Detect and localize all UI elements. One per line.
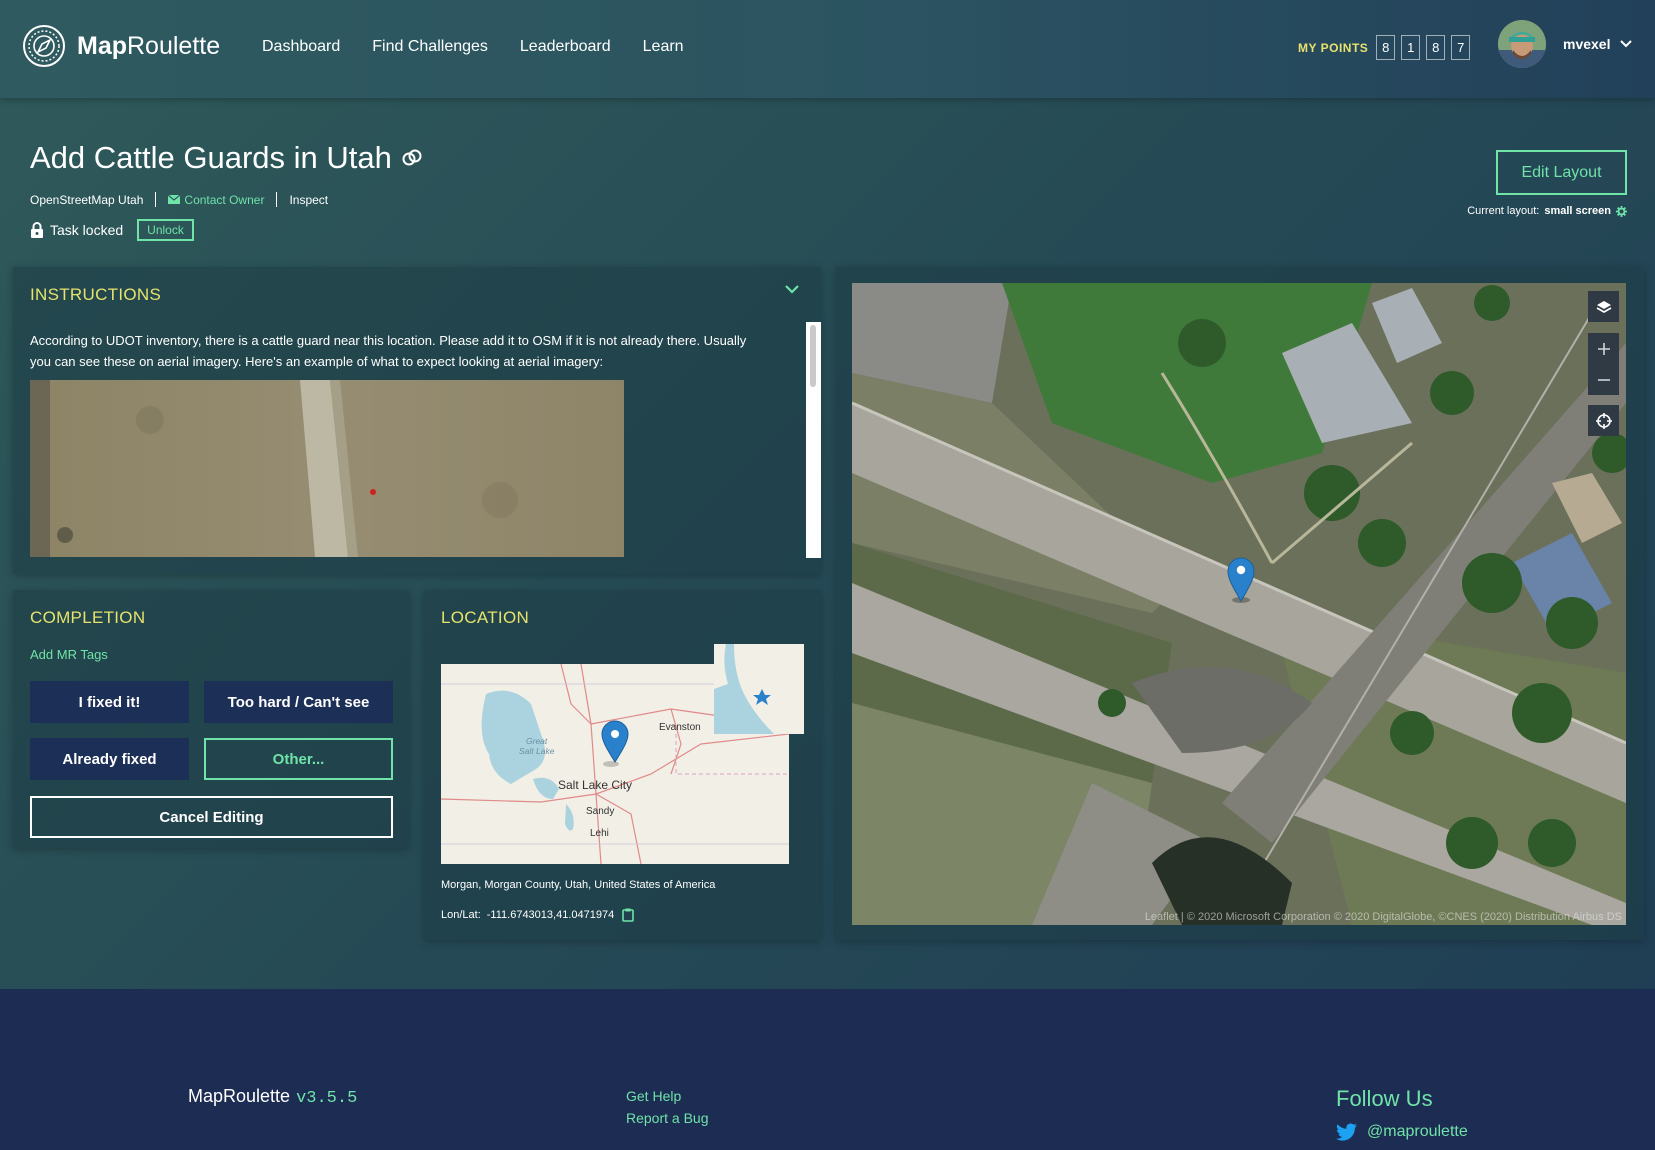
points-digit: 8 — [1376, 35, 1396, 60]
map-label-sandy: Sandy — [586, 806, 614, 817]
nav-dashboard[interactable]: Dashboard — [262, 38, 340, 56]
lock-status-text: Task locked — [50, 222, 124, 238]
edit-layout-button[interactable]: Edit Layout — [1496, 150, 1627, 195]
location-title: LOCATION — [441, 608, 530, 627]
footer-links: Get Help Report a Bug — [626, 1088, 709, 1132]
coords-label: Lon/Lat: — [441, 909, 481, 921]
task-map-panel: Leaflet | © 2020 Microsoft Corporation ©… — [836, 267, 1644, 940]
instructions-scrollbar[interactable] — [806, 322, 821, 558]
contact-owner-link[interactable]: Contact Owner — [168, 193, 264, 207]
task-meta: OpenStreetMap Utah Contact Owner Inspect — [30, 192, 328, 207]
task-title-text: Add Cattle Guards in Utah — [30, 140, 392, 175]
footer-brand-name: MapRoulette — [188, 1086, 291, 1106]
nav-find-challenges[interactable]: Find Challenges — [372, 38, 488, 56]
nav-leaderboard[interactable]: Leaderboard — [520, 38, 611, 56]
points-digit: 8 — [1426, 35, 1446, 60]
already-fixed-button[interactable]: Already fixed — [30, 738, 189, 780]
scroll-thumb[interactable] — [810, 325, 816, 387]
layers-icon — [1596, 300, 1611, 313]
points-label: MY POINTS — [1298, 40, 1369, 55]
collapse-chevron-icon[interactable] — [785, 285, 799, 294]
twitter-link[interactable]: @maproulette — [1336, 1123, 1468, 1141]
nav-learn[interactable]: Learn — [643, 38, 684, 56]
lock-status: Task locked Unlock — [30, 219, 194, 241]
follow-us-heading: Follow Us — [1336, 1086, 1433, 1111]
inspect-link[interactable]: Inspect — [289, 193, 328, 207]
location-address: Morgan, Morgan County, Utah, United Stat… — [441, 879, 716, 891]
inset-map-image — [714, 644, 804, 734]
link-icon[interactable] — [401, 149, 423, 167]
app-logo[interactable]: MapRoulette — [22, 24, 220, 68]
envelope-icon — [168, 195, 181, 204]
clipboard-icon[interactable] — [622, 908, 635, 922]
map-label-slc: Salt Lake City — [558, 778, 632, 792]
footer-brand: MapRoulette v3.5.5 — [188, 1086, 357, 1108]
my-points: MY POINTS 8 1 8 7 — [1298, 35, 1476, 60]
example-aerial-image — [30, 380, 624, 557]
report-bug-link[interactable]: Report a Bug — [626, 1110, 709, 1126]
unlock-button[interactable]: Unlock — [137, 219, 194, 241]
crosshair-icon — [1595, 412, 1612, 429]
twitter-icon — [1336, 1123, 1357, 1141]
user-photo — [1498, 20, 1546, 68]
get-help-link[interactable]: Get Help — [626, 1088, 709, 1104]
zoom-out-button[interactable] — [1588, 364, 1619, 395]
aerial-example-photo — [30, 380, 624, 557]
cancel-editing-button[interactable]: Cancel Editing — [30, 796, 393, 838]
divider — [155, 192, 157, 207]
page-title: Add Cattle Guards in Utah — [30, 140, 423, 176]
layers-button[interactable] — [1588, 291, 1619, 322]
avatar[interactable] — [1498, 20, 1546, 68]
map-label-lehi: Lehi — [590, 828, 609, 839]
lock-icon — [31, 222, 43, 238]
instructions-text: According to UDOT inventory, there is a … — [30, 333, 747, 369]
other-button[interactable]: Other... — [204, 738, 393, 780]
current-layout-label: Current layout: — [1467, 205, 1540, 217]
twitter-handle: @maproulette — [1367, 1123, 1468, 1140]
completion-title: COMPLETION — [30, 608, 146, 627]
chevron-down-icon — [1620, 40, 1633, 48]
completion-panel: COMPLETION Add MR Tags I fixed it! Too h… — [13, 590, 409, 848]
satellite-imagery — [852, 283, 1626, 925]
map-attribution: Leaflet | © 2020 Microsoft Corporation ©… — [1144, 911, 1622, 923]
map-label-lake-1: Great — [526, 736, 548, 746]
minus-icon — [1597, 378, 1610, 381]
map-label-lake-2: Salt Lake — [519, 746, 555, 756]
fixed-button[interactable]: I fixed it! — [30, 681, 189, 723]
footer: MapRoulette v3.5.5 Get Help Report a Bug … — [0, 989, 1655, 1150]
overview-inset-map — [714, 644, 804, 734]
task-map[interactable]: Leaflet | © 2020 Microsoft Corporation ©… — [852, 283, 1626, 925]
app-name: MapRoulette — [77, 31, 221, 60]
owner-org: OpenStreetMap Utah — [30, 192, 144, 207]
map-label-evanston: Evanston — [659, 722, 701, 733]
points-digit: 7 — [1451, 35, 1471, 60]
gear-icon[interactable] — [1616, 205, 1627, 217]
current-layout: Current layout: small screen — [1467, 205, 1627, 217]
plus-icon — [1597, 342, 1610, 355]
compass-logo-icon — [23, 25, 65, 67]
username-label: mvexel — [1563, 36, 1611, 52]
add-mr-tags-link[interactable]: Add MR Tags — [30, 647, 108, 662]
too-hard-button[interactable]: Too hard / Can't see — [204, 681, 393, 723]
user-menu[interactable]: mvexel — [1563, 36, 1633, 52]
instructions-title: INSTRUCTIONS — [30, 285, 162, 304]
points-digit: 1 — [1401, 35, 1421, 60]
contact-owner-label: Contact Owner — [184, 192, 265, 207]
coords-value: -111.6743013,41.0471974 — [486, 909, 615, 921]
main-nav: Dashboard Find Challenges Leaderboard Le… — [262, 38, 716, 56]
instructions-panel: INSTRUCTIONS According to UDOT inventory… — [13, 267, 821, 574]
top-navbar: MapRoulette Dashboard Find Challenges Le… — [0, 0, 1655, 98]
divider — [276, 192, 278, 207]
version-label: v3.5.5 — [296, 1089, 358, 1108]
recenter-button[interactable] — [1588, 405, 1619, 436]
zoom-in-button[interactable] — [1588, 333, 1619, 364]
location-panel: LOCATION Evanston Great Salt Lake Salt L… — [424, 590, 821, 940]
current-layout-value: small screen — [1544, 205, 1611, 217]
location-coords: Lon/Lat: -111.6743013,41.0471974 — [441, 908, 635, 922]
